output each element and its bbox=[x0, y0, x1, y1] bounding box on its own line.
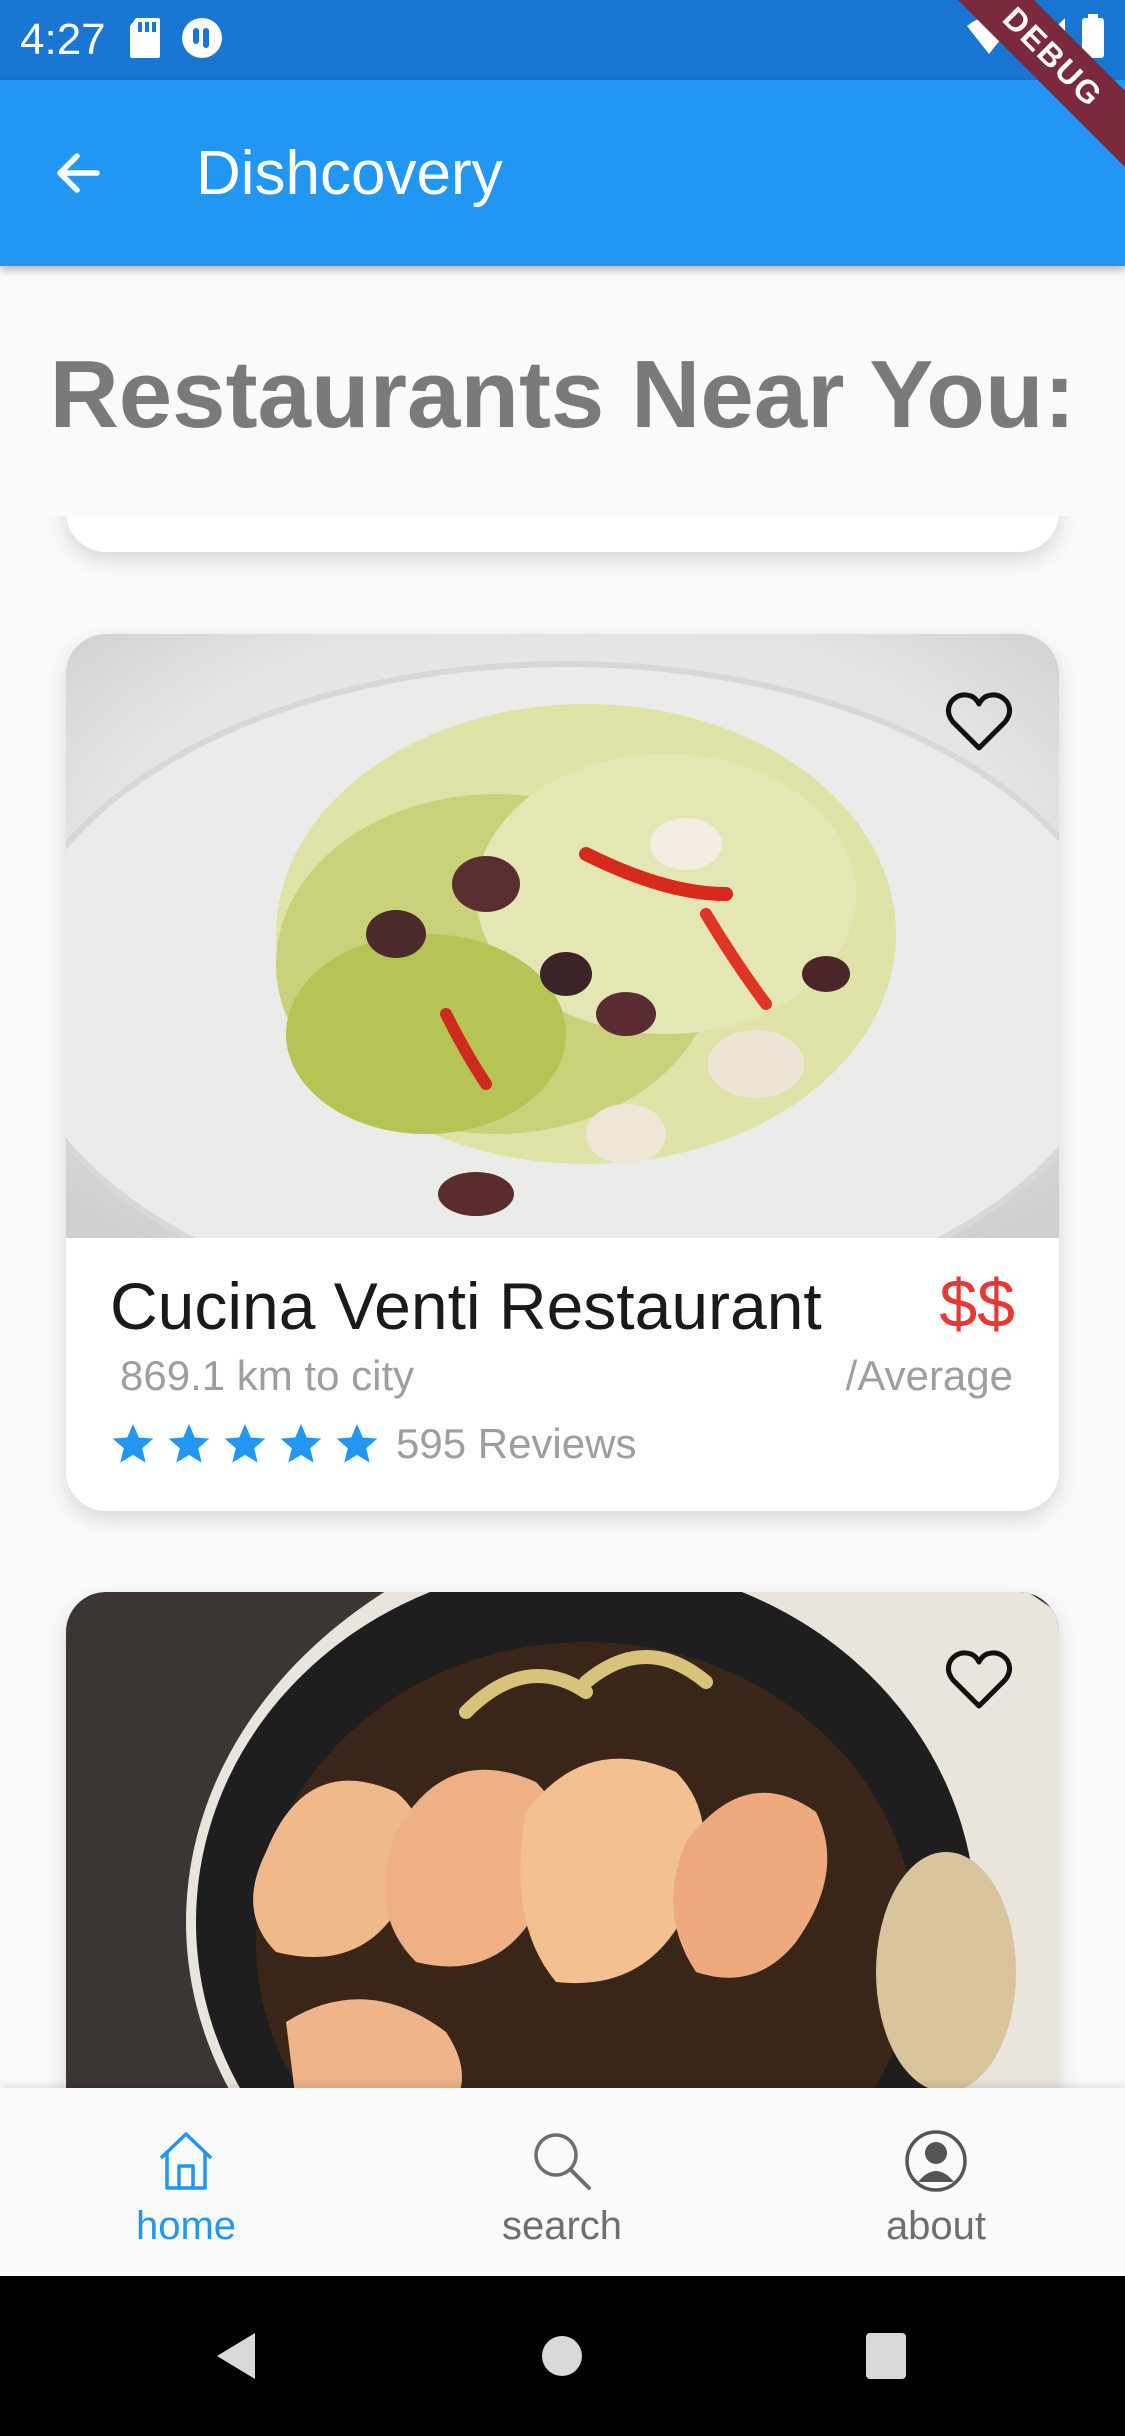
app-title: Dishcovery bbox=[196, 139, 503, 208]
app-notification-icon bbox=[182, 18, 222, 58]
price-label: /Average bbox=[845, 1352, 1013, 1399]
person-icon bbox=[905, 2130, 967, 2192]
sd-card-icon bbox=[130, 18, 160, 58]
star-icon bbox=[112, 1423, 154, 1463]
app-bar: Dishcovery bbox=[0, 80, 1125, 266]
status-bar: 4:27 bbox=[0, 0, 1125, 80]
heart-outline-icon bbox=[945, 692, 1013, 751]
arrow-back-icon bbox=[57, 153, 100, 193]
nav-item-home[interactable]: home bbox=[66, 2128, 306, 2258]
heart-outline-icon bbox=[945, 1650, 1013, 1709]
star-icon bbox=[280, 1423, 322, 1463]
rating-row: 595 Reviews bbox=[110, 1418, 636, 1470]
home-circle-icon bbox=[542, 2336, 582, 2376]
recents-square-icon bbox=[866, 2333, 906, 2379]
restaurant-card[interactable] bbox=[66, 1592, 1059, 2152]
bottom-navigation: home search about bbox=[0, 2088, 1125, 2276]
favorite-button[interactable] bbox=[943, 1644, 1015, 1716]
back-button[interactable] bbox=[40, 135, 116, 211]
system-recents-button[interactable] bbox=[846, 2316, 926, 2396]
nav-label: about bbox=[885, 2204, 987, 2248]
restaurant-name: Cucina Venti Restaurant bbox=[110, 1269, 822, 1343]
status-time: 4:27 bbox=[20, 15, 106, 64]
distance-label: 869.1 km to city bbox=[120, 1352, 415, 1399]
system-home-button[interactable] bbox=[522, 2316, 602, 2396]
system-navigation-bar bbox=[0, 2276, 1125, 2436]
search-icon bbox=[534, 2133, 591, 2190]
home-icon bbox=[159, 2132, 213, 2190]
restaurant-info: Cucina Venti Restaurant $$ 869.1 km to c… bbox=[66, 1238, 1059, 1511]
nav-label: search bbox=[501, 2204, 623, 2248]
nav-item-search[interactable]: search bbox=[442, 2128, 682, 2258]
favorite-button[interactable] bbox=[943, 686, 1015, 758]
restaurant-card[interactable]: Cucina Venti Restaurant $$ 869.1 km to c… bbox=[66, 634, 1059, 1511]
garlic-shrimp-photo bbox=[66, 1592, 1059, 2152]
star-icon bbox=[168, 1423, 210, 1463]
salad-with-octopus-photo bbox=[66, 634, 1059, 1238]
price-symbol: $$ bbox=[939, 1266, 1015, 1342]
nav-item-about[interactable]: about bbox=[816, 2128, 1056, 2258]
page-title: Restaurants Near You: bbox=[49, 341, 1076, 448]
status-left-icons bbox=[128, 16, 224, 60]
star-icon bbox=[336, 1423, 378, 1463]
system-back-button[interactable] bbox=[196, 2316, 276, 2396]
back-triangle-icon bbox=[217, 2333, 255, 2379]
star-rating bbox=[110, 1421, 380, 1467]
review-count: 595 Reviews bbox=[396, 1420, 637, 1467]
section-header: Restaurants Near You: bbox=[0, 266, 1125, 516]
nav-label: home bbox=[135, 2204, 237, 2248]
star-icon bbox=[224, 1423, 266, 1463]
